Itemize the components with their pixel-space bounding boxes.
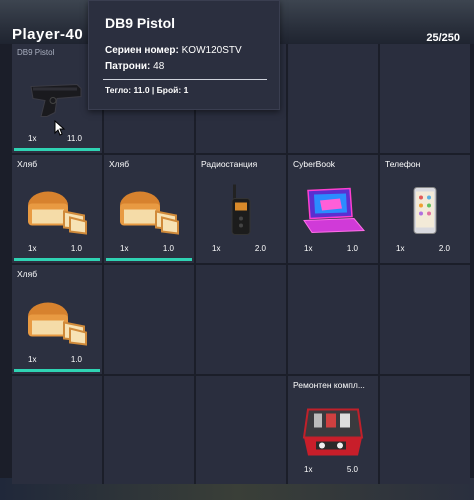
slot-item-name: DB9 Pistol xyxy=(17,48,55,57)
slot-item-name: Ремонтен компл... xyxy=(293,379,365,390)
slot-quantity: 1x xyxy=(28,244,37,253)
inventory-slot-phone[interactable]: Телефон 1x 2.0 xyxy=(380,154,470,263)
slot-item-name: Хляб xyxy=(109,158,130,169)
slot-durability-bar xyxy=(106,258,192,261)
inventory-capacity: 25/250 xyxy=(426,32,460,44)
tooltip-ammo-value: 48 xyxy=(153,61,165,72)
slot-weight: 1.0 xyxy=(346,244,358,253)
slot-quantity: 1x xyxy=(28,354,37,364)
slot-item-name: Радиостанция xyxy=(201,158,258,169)
slot-durability-bar xyxy=(14,147,100,151)
tooltip-title: DB9 Pistol xyxy=(105,15,176,31)
slot-weight: 1.0 xyxy=(70,244,82,253)
item-tooltip: DB9 Pistol Сериен номер: KOW120STV Патро… xyxy=(88,0,280,110)
tooltip-serial-value: KOW120STV xyxy=(181,45,242,56)
tooltip-divider xyxy=(103,79,267,80)
slot-item-name: Хляб xyxy=(17,158,38,169)
slot-quantity: 1x xyxy=(120,244,129,253)
slot-weight: 2.0 xyxy=(254,244,266,253)
inventory-slot-empty[interactable] xyxy=(380,265,470,374)
slot-quantity: 1x xyxy=(212,244,221,253)
slot-item-name: Хляб xyxy=(17,269,38,279)
bread-icon xyxy=(116,186,182,241)
player-name: Player-40 xyxy=(12,26,84,43)
bread-icon xyxy=(24,186,90,241)
tooltip-serial: Сериен номер: KOW120STV xyxy=(105,45,242,56)
slot-weight: 1.0 xyxy=(162,244,174,253)
inventory-slot-empty[interactable] xyxy=(380,375,470,484)
slot-quantity: 1x xyxy=(396,244,405,253)
inventory-slot-empty[interactable] xyxy=(196,265,286,374)
inventory-slot-empty[interactable] xyxy=(288,265,378,374)
repair-kit-icon xyxy=(302,404,364,465)
inventory-grid: DB9 Pistol 1x 11.0 Хляб 1x 1.0 Хляб 1x 1… xyxy=(12,44,470,484)
slot-weight: 11.0 xyxy=(67,133,82,143)
slot-item-name: Телефон xyxy=(385,158,421,169)
inventory-slot-empty[interactable] xyxy=(380,44,470,153)
slot-quantity: 1x xyxy=(28,133,37,143)
slot-durability-bar xyxy=(14,258,100,261)
inventory-slot-empty[interactable] xyxy=(288,44,378,153)
inventory-slot-empty[interactable] xyxy=(12,375,102,484)
bread-icon xyxy=(24,296,90,351)
slot-quantity: 1x xyxy=(304,465,313,474)
inventory-slot-empty[interactable] xyxy=(104,375,194,484)
slot-weight: 5.0 xyxy=(346,465,358,474)
inventory-slot-empty[interactable] xyxy=(196,375,286,484)
tooltip-ammo: Патрони: 48 xyxy=(105,61,164,72)
inventory-slot-repair-kit[interactable]: Ремонтен компл... 1x 5.0 xyxy=(288,375,378,484)
mouse-cursor-icon xyxy=(54,119,66,141)
radio-icon xyxy=(229,183,253,244)
inventory-slot-bread[interactable]: Хляб 1x 1.0 xyxy=(12,154,102,263)
laptop-icon xyxy=(300,187,366,240)
tooltip-footer: Тегло: 11.0 | Брой: 1 xyxy=(105,85,189,95)
inventory-slot-radio[interactable]: Радиостанция 1x 2.0 xyxy=(196,154,286,263)
slot-weight: 2.0 xyxy=(438,244,450,253)
slot-item-name: CyberBook xyxy=(293,158,336,169)
slot-quantity: 1x xyxy=(304,244,313,253)
inventory-slot-empty[interactable] xyxy=(104,265,194,374)
inventory-slot-bread[interactable]: Хляб 1x 1.0 xyxy=(104,154,194,263)
inventory-slot-laptop[interactable]: CyberBook 1x 1.0 xyxy=(288,154,378,263)
tooltip-serial-label: Сериен номер: xyxy=(105,45,179,56)
slot-durability-bar xyxy=(14,368,100,372)
inventory-slot-bread[interactable]: Хляб 1x 1.0 xyxy=(12,265,102,374)
tooltip-ammo-label: Патрони: xyxy=(105,61,151,72)
slot-weight: 1.0 xyxy=(70,354,82,364)
phone-icon xyxy=(412,186,438,241)
